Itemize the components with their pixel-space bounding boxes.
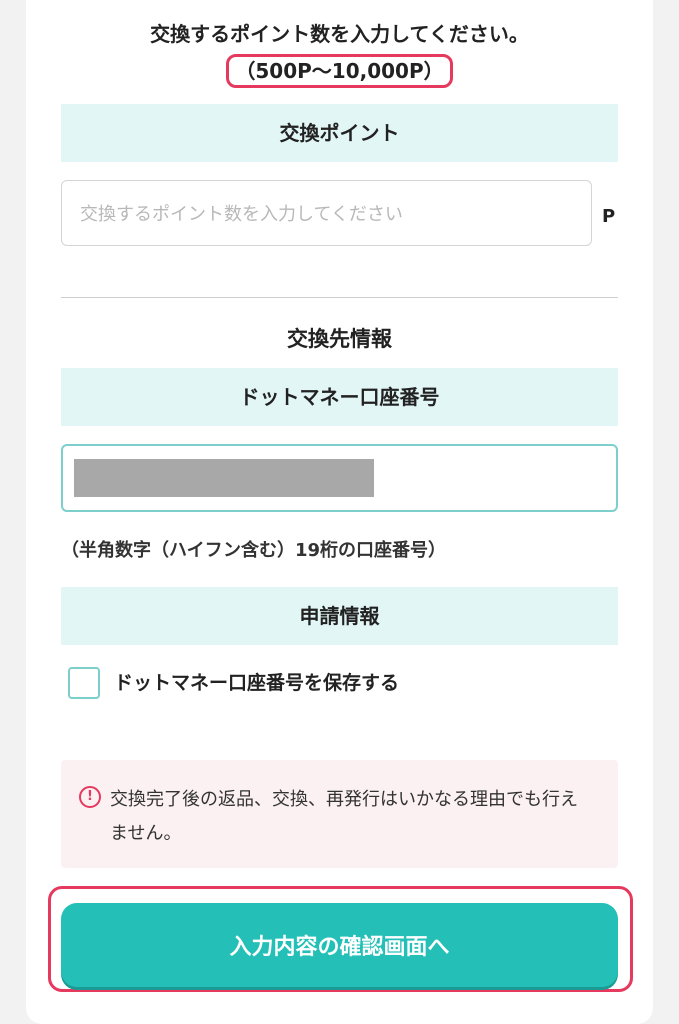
exclamation-circle-icon: ! xyxy=(79,786,101,808)
account-number-hint: （半角数字（ハイフン含む）19桁の口座番号） xyxy=(61,540,447,561)
destination-heading: 交換先情報 xyxy=(287,327,392,351)
save-account-checkbox[interactable] xyxy=(68,667,100,699)
application-section-header: 申請情報 xyxy=(61,587,618,645)
range-wrapper: （500P〜10,000P） xyxy=(0,54,679,88)
points-input-placeholder: 交換するポイント数を入力してください xyxy=(80,204,403,225)
instruction-text: 交換するポイント数を入力してください。 xyxy=(150,22,529,46)
point-range-text: （500P〜10,000P） xyxy=(226,54,453,88)
points-section-header: 交換ポイント xyxy=(61,104,618,162)
points-unit-label: P xyxy=(602,206,616,227)
section-divider xyxy=(61,297,618,298)
notice-text: 交換完了後の返品、交換、再発行はいかなる理由でも行えません。 xyxy=(110,789,578,844)
confirm-input-button[interactable]: 入力内容の確認画面へ xyxy=(61,903,618,987)
redacted-account-value xyxy=(74,459,374,497)
save-account-label[interactable]: ドットマネー口座番号を保存する xyxy=(114,668,399,698)
account-number-header: ドットマネー口座番号 xyxy=(61,368,618,426)
points-input[interactable]: 交換するポイント数を入力してください xyxy=(61,180,592,246)
